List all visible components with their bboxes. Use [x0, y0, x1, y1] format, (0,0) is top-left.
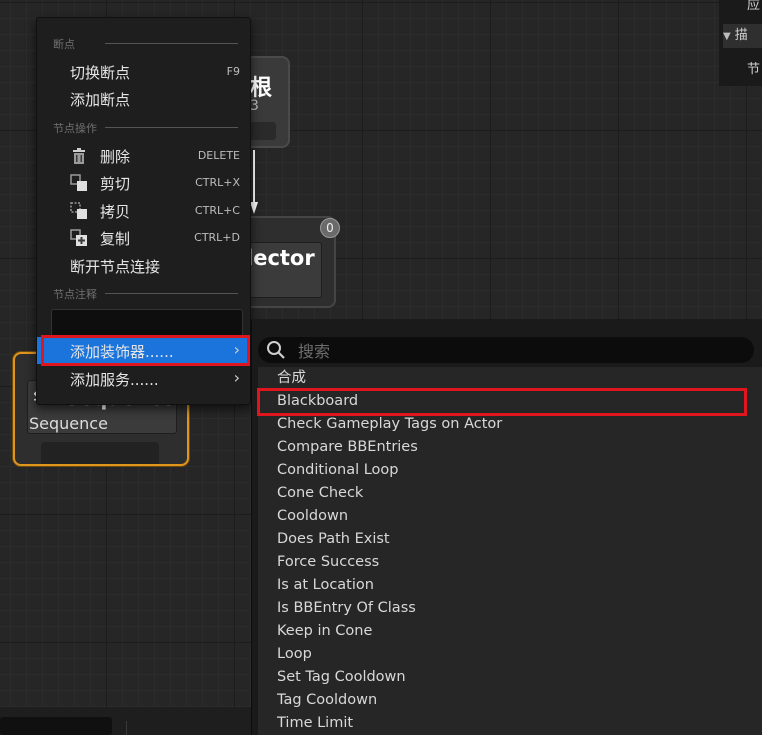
- list-item[interactable]: Cone Check: [277, 482, 747, 505]
- menu-item-break-links[interactable]: 断开节点连接: [37, 252, 250, 279]
- root-output-pin[interactable]: [250, 122, 276, 140]
- list-item[interactable]: Force Success: [277, 551, 747, 574]
- trash-icon: [73, 148, 85, 164]
- menu-item-label: 添加装饰器......: [70, 343, 174, 361]
- section-breakpoints: 断点: [53, 36, 238, 51]
- execution-order-badge: 0: [320, 218, 340, 238]
- list-item[interactable]: Set Tag Cooldown: [277, 666, 747, 689]
- list-item[interactable]: Loop: [277, 643, 747, 666]
- chevron-right-icon: ›: [233, 340, 240, 359]
- list-item[interactable]: Does Path Exist: [277, 528, 747, 551]
- list-item[interactable]: Is at Location: [277, 574, 747, 597]
- menu-item-copy[interactable]: 拷贝 CTRL+C: [37, 197, 250, 224]
- list-item[interactable]: Cooldown: [277, 505, 747, 528]
- bottom-toolbar: [0, 707, 258, 735]
- shortcut-label: CTRL+D: [194, 231, 240, 244]
- shortcut-label: DELETE: [197, 149, 240, 162]
- menu-item-cut[interactable]: 剪切 CTRL+X: [37, 169, 250, 196]
- shortcut-label: F9: [226, 65, 240, 78]
- list-item[interactable]: Is BBEntry Of Class: [277, 597, 747, 620]
- menu-item-label: 切换断点: [70, 64, 131, 82]
- divider: [105, 127, 238, 128]
- cut-icon: [70, 174, 87, 191]
- menu-item-label: 添加服务......: [70, 371, 159, 389]
- list-item[interactable]: Blackboard: [277, 390, 747, 413]
- node-comment-input[interactable]: [51, 309, 243, 338]
- section-node-comment: 节点注释: [53, 286, 238, 301]
- menu-item-toggle-breakpoint[interactable]: 切换断点 F9: [37, 58, 250, 85]
- section-label: 节点注释: [53, 288, 97, 301]
- menu-item-label: 断开节点连接: [70, 258, 161, 276]
- section-node-actions: 节点操作: [53, 120, 238, 135]
- menu-item-add-breakpoint[interactable]: 添加断点: [37, 85, 250, 112]
- divider: [105, 293, 238, 294]
- menu-item-label: 拷贝: [100, 203, 131, 221]
- search-icon: [267, 341, 285, 359]
- list-item[interactable]: Tag Cooldown: [277, 689, 747, 712]
- list-item[interactable]: Conditional Loop: [277, 459, 747, 482]
- divider: [105, 43, 238, 44]
- sequence-node-subtitle: Sequence: [29, 414, 108, 433]
- menu-item-add-service[interactable]: 添加服务...... ›: [37, 365, 250, 392]
- decorator-submenu: 合成 Blackboard Check Gameplay Tags on Act…: [251, 319, 762, 735]
- menu-item-duplicate[interactable]: 复制 CTRL+D: [37, 224, 250, 251]
- connection-wire: [250, 150, 258, 214]
- section-label: 节点操作: [53, 122, 97, 135]
- list-item[interactable]: Time Limit: [277, 712, 747, 735]
- details-category-row[interactable]: ▼ 描: [723, 24, 762, 48]
- sequence-output-pin[interactable]: [41, 442, 159, 464]
- shortcut-label: CTRL+C: [194, 204, 240, 217]
- bottom-field[interactable]: [0, 717, 112, 735]
- section-label: 断点: [53, 38, 75, 51]
- shortcut-label: CTRL+X: [195, 176, 240, 189]
- context-menu: 断点 切换断点 F9 添加断点 节点操作 删除 DELETE 剪切 CTRL+X: [36, 17, 251, 405]
- details-category-label: 描: [734, 28, 748, 43]
- duplicate-icon: [70, 229, 87, 246]
- menu-item-add-decorator[interactable]: 添加装饰器...... ›: [37, 337, 250, 364]
- details-panel: 应 ▼ 描 节: [719, 0, 762, 86]
- list-item[interactable]: Check Gameplay Tags on Actor: [277, 413, 747, 436]
- menu-item-label: 复制: [100, 230, 131, 248]
- menu-item-label: 剪切: [100, 175, 131, 193]
- search-input[interactable]: [296, 338, 740, 364]
- menu-item-label: 添加断点: [70, 91, 131, 109]
- list-item[interactable]: Compare BBEntries: [277, 436, 747, 459]
- menu-item-delete[interactable]: 删除 DELETE: [37, 142, 250, 169]
- list-item[interactable]: Keep in Cone: [277, 620, 747, 643]
- chevron-right-icon: ›: [233, 368, 240, 387]
- copy-icon: [70, 202, 87, 219]
- list-item-category[interactable]: 合成: [277, 367, 747, 390]
- root-node-subtitle: 3: [250, 98, 259, 114]
- details-row: 节: [747, 62, 761, 77]
- caret-down-icon[interactable]: ▼: [723, 25, 731, 48]
- details-row: 应: [747, 0, 761, 13]
- selector-node-title: lector: [246, 246, 315, 270]
- menu-item-label: 删除: [100, 148, 131, 166]
- divider: [126, 721, 127, 735]
- search-box[interactable]: [258, 337, 754, 364]
